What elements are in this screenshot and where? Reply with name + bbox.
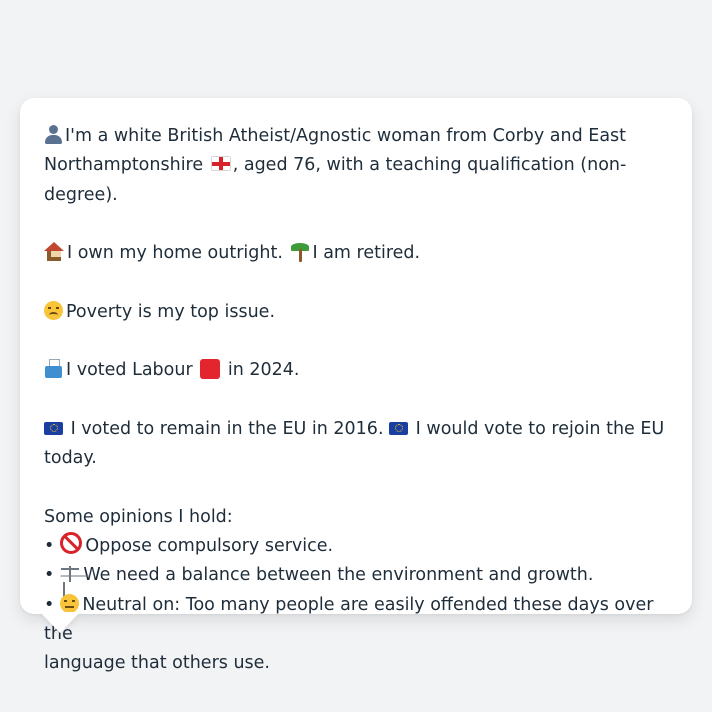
neutral-face-icon (60, 593, 80, 613)
eu-paragraph: I voted to remain in the EU in 2016. I w… (44, 415, 668, 474)
person-icon (44, 125, 62, 144)
vote-text-after: in 2024. (227, 360, 300, 381)
ballot-box-icon (44, 359, 63, 379)
opinion-text-continued: language that others use. (44, 653, 270, 674)
identity-text-1: I'm a white British Atheist/Agnostic wom… (65, 126, 627, 146)
retired-text: I am retired. (312, 243, 421, 264)
opinion-text: We need a balance between the environmen… (83, 565, 594, 586)
balance-scale-icon (60, 565, 80, 583)
bullet: • (44, 565, 55, 586)
identity-paragraph: I'm a white British Atheist/Agnostic wom… (44, 122, 668, 210)
vote-paragraph: I voted Labour in 2024. (44, 356, 668, 385)
speech-bubble-pointer (40, 612, 80, 633)
england-flag-icon (210, 156, 231, 172)
eu-flag-icon (44, 421, 63, 435)
opinion-item: • Neutral on: Too many people are easily … (44, 591, 668, 650)
sad-face-icon (44, 300, 63, 320)
identity-text-2: Northamptonshire (44, 155, 204, 176)
vote-text-before: I voted Labour (66, 360, 193, 381)
eu-flag-icon (389, 421, 409, 435)
red-square-icon (200, 359, 221, 380)
opinion-text: Oppose compulsory service. (85, 536, 334, 557)
opinions-heading: Some opinions I hold: (44, 506, 233, 527)
issue-paragraph: Poverty is my top issue. (44, 298, 668, 327)
housing-paragraph: I own my home outright. I am retired. (44, 239, 668, 268)
top-issue-text: Poverty is my top issue. (66, 301, 276, 322)
prohibited-icon (60, 532, 83, 555)
eu-remain-text: I voted to remain in the EU in 2016. (70, 418, 384, 439)
opinion-item: • Oppose compulsory service. (44, 532, 668, 561)
opinions-section: Some opinions I hold: • Oppose compulsory… (44, 503, 668, 679)
profile-card: I'm a white British Atheist/Agnostic wom… (20, 98, 692, 673)
house-icon (44, 242, 64, 262)
opinion-item: • We need a balance between the environme… (44, 561, 668, 590)
palm-tree-icon (290, 242, 310, 263)
opinion-text: Neutral on: Too many people are easily o… (44, 594, 654, 645)
home-text: I own my home outright. (67, 243, 283, 264)
bullet: • (44, 536, 55, 557)
